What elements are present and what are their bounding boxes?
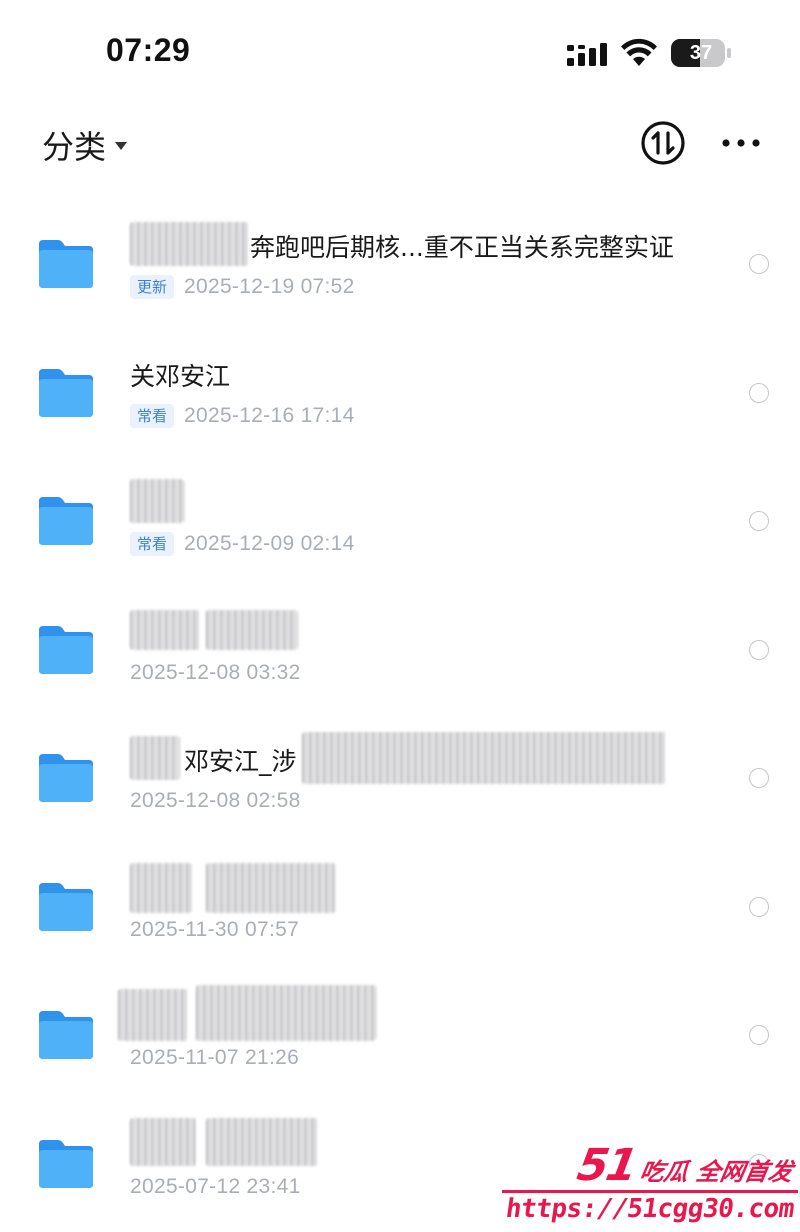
folder-meta: 2025-12-08 02:58 <box>130 789 301 813</box>
folder-icon <box>39 1011 93 1059</box>
folder-date: 2025-12-19 07:52 <box>184 275 355 298</box>
select-checkbox[interactable] <box>749 639 769 660</box>
folder-date: 2025-12-08 03:32 <box>130 660 301 684</box>
redacted-text <box>196 985 376 1041</box>
status-time: 07:29 <box>106 32 191 68</box>
redacted-text <box>130 862 192 913</box>
wifi-icon <box>621 38 657 66</box>
folder-date: 2025-07-12 23:41 <box>130 1174 301 1198</box>
folder-row[interactable]: 2025-11-30 07:57 <box>0 843 800 972</box>
sort-icon[interactable] <box>640 120 686 166</box>
folder-icon <box>39 368 93 417</box>
folder-row[interactable]: 2025-11-07 21:26 <box>0 971 800 1100</box>
battery-level-text: 37 <box>689 42 713 64</box>
redacted-text <box>130 479 184 523</box>
folder-icon <box>39 625 93 674</box>
redacted-text <box>130 736 180 780</box>
category-dropdown[interactable]: 分类 <box>42 122 128 168</box>
folder-date: 2025-11-07 21:26 <box>130 1046 300 1069</box>
folder-row[interactable]: 奔跑吧后期核...重不正当关系完整实证 更新 2025-12-19 07:52 <box>0 200 800 329</box>
folder-meta: 2025-11-30 07:57 <box>130 918 299 942</box>
watermark-divider <box>502 1190 798 1193</box>
redacted-text <box>302 732 666 784</box>
folder-name: 关邓安江 <box>130 361 231 391</box>
folder-date: 2025-11-30 07:57 <box>130 917 300 941</box>
watermark-logo-text: 吃瓜 全网首发 <box>637 1158 795 1186</box>
folder-date: 2025-12-09 02:14 <box>184 532 355 555</box>
folder-icon <box>39 497 93 545</box>
update-badge: 更新 <box>130 275 175 299</box>
redacted-text <box>118 989 188 1041</box>
folder-list: 奔跑吧后期核...重不正当关系完整实证 更新 2025-12-19 07:52 … <box>0 200 800 1228</box>
header-bar: 分类 <box>0 110 800 180</box>
redacted-text <box>130 609 200 650</box>
select-checkbox[interactable] <box>749 511 769 531</box>
watermark-url: https://51cgg30.com <box>503 1194 797 1224</box>
folder-icon <box>39 1139 93 1188</box>
redacted-text <box>206 862 336 913</box>
redacted-text <box>130 222 248 266</box>
folder-icon <box>39 240 93 288</box>
folder-row[interactable]: 关邓安江 常看 2025-12-16 17:14 <box>0 329 800 458</box>
redacted-text <box>206 609 298 650</box>
category-label: 分类 <box>42 128 107 166</box>
folder-meta: 常看 2025-12-09 02:14 <box>130 532 355 556</box>
status-bar: 07:29 37 <box>0 0 800 100</box>
select-checkbox[interactable] <box>749 382 769 403</box>
cellular-signal-icon <box>567 43 607 66</box>
watermark-logo-number: 51 <box>573 1140 640 1191</box>
folder-name: 邓安江_涉 <box>184 747 297 776</box>
watermark-logo: 51 吃瓜 全网首发 <box>574 1140 799 1191</box>
frequent-badge: 常看 <box>130 532 175 556</box>
folder-row[interactable]: 常看 2025-12-09 02:14 <box>0 457 800 586</box>
select-checkbox[interactable] <box>749 896 769 917</box>
file-browser-screen: 07:29 37 分类 奔跑吧后期核...重不正当关系完整实证 更新 2025-… <box>0 0 800 1232</box>
folder-meta: 2025-07-12 23:41 <box>130 1175 301 1199</box>
folder-icon <box>39 882 93 931</box>
redacted-text <box>206 1117 318 1166</box>
folder-meta: 更新 2025-12-19 07:52 <box>130 275 355 299</box>
folder-name: 奔跑吧后期核...重不正当关系完整实证 <box>250 233 674 262</box>
folder-meta: 2025-11-07 21:26 <box>130 1046 299 1070</box>
folder-row[interactable]: 2025-12-08 03:32 <box>0 586 800 715</box>
more-icon[interactable] <box>720 128 762 158</box>
select-checkbox[interactable] <box>749 768 769 788</box>
select-checkbox[interactable] <box>749 254 769 274</box>
folder-date: 2025-12-08 02:58 <box>130 789 301 812</box>
frequent-badge: 常看 <box>130 403 175 428</box>
folder-meta: 2025-12-08 03:32 <box>130 661 301 685</box>
folder-meta: 常看 2025-12-16 17:14 <box>130 403 355 428</box>
select-checkbox[interactable] <box>749 1025 769 1045</box>
folder-icon <box>39 754 93 802</box>
folder-date: 2025-12-16 17:14 <box>184 403 355 427</box>
redacted-text <box>130 1117 196 1166</box>
watermark: 51 吃瓜 全网首发 https://51cgg30.com <box>500 1140 800 1232</box>
folder-row[interactable]: 邓安江_涉 2025-12-08 02:58 <box>0 714 800 843</box>
caret-down-icon <box>115 142 128 150</box>
